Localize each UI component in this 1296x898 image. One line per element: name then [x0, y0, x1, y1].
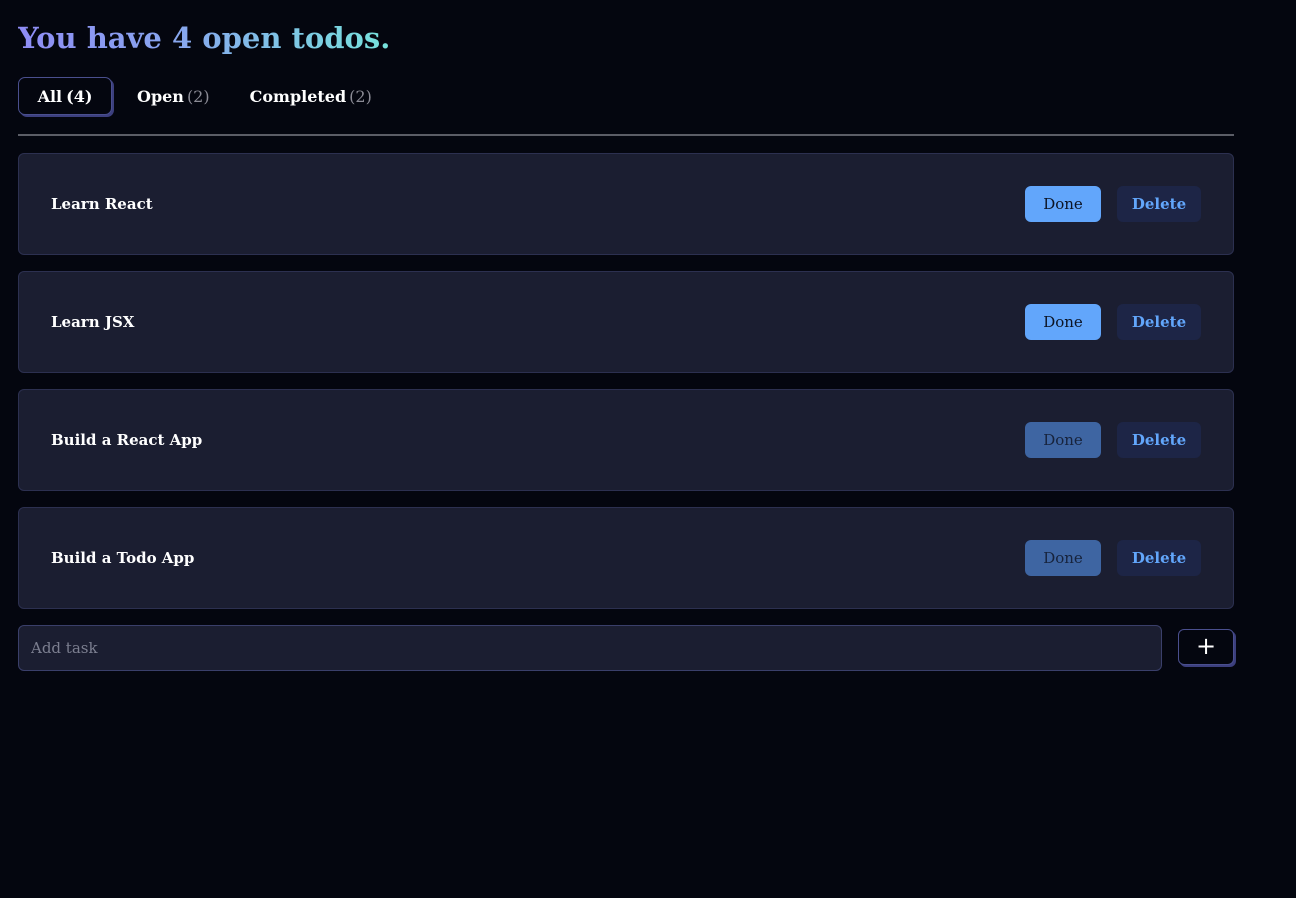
tabs-divider — [18, 134, 1234, 136]
tab-label: All — [37, 86, 63, 106]
plus-icon: + — [1195, 632, 1217, 660]
todo-actions: Done Delete — [1025, 304, 1201, 340]
todo-actions: Done Delete — [1025, 186, 1201, 222]
page-title: You have 4 open todos. — [18, 18, 390, 58]
add-task-button[interactable]: + — [1178, 629, 1234, 665]
todo-actions: Done Delete — [1025, 540, 1201, 576]
todo-item: Learn React Done Delete — [18, 153, 1234, 255]
tab-count: (4) — [66, 86, 93, 106]
tab-completed[interactable]: Completed (2) — [230, 77, 392, 115]
todo-actions: Done Delete — [1025, 422, 1201, 458]
add-task-input[interactable] — [18, 625, 1162, 671]
tab-label: Completed — [249, 86, 347, 106]
delete-button[interactable]: Delete — [1117, 540, 1201, 576]
done-button[interactable]: Done — [1025, 186, 1101, 222]
todo-item: Learn JSX Done Delete — [18, 271, 1234, 373]
todo-text: Learn React — [51, 195, 153, 213]
done-button[interactable]: Done — [1025, 422, 1101, 458]
tab-count: (2) — [349, 86, 372, 106]
done-button[interactable]: Done — [1025, 540, 1101, 576]
todo-text: Build a Todo App — [51, 549, 195, 567]
delete-button[interactable]: Delete — [1117, 422, 1201, 458]
tab-label: Open — [137, 86, 184, 106]
todo-list: Learn React Done Delete Learn JSX Done D… — [18, 153, 1234, 625]
todo-item: Build a Todo App Done Delete — [18, 507, 1234, 609]
tab-all[interactable]: All (4) — [18, 77, 112, 115]
todo-text: Learn JSX — [51, 313, 135, 331]
tab-open[interactable]: Open (2) — [117, 77, 230, 115]
todo-text: Build a React App — [51, 431, 203, 449]
delete-button[interactable]: Delete — [1117, 304, 1201, 340]
delete-button[interactable]: Delete — [1117, 186, 1201, 222]
filter-tabs: All (4) Open (2) Completed (2) — [18, 76, 392, 116]
todo-item: Build a React App Done Delete — [18, 389, 1234, 491]
tab-count: (2) — [186, 86, 210, 106]
done-button[interactable]: Done — [1025, 304, 1101, 340]
add-task-row: + — [18, 625, 1236, 671]
todo-app: You have 4 open todos. All (4) Open (2) … — [0, 0, 1296, 898]
